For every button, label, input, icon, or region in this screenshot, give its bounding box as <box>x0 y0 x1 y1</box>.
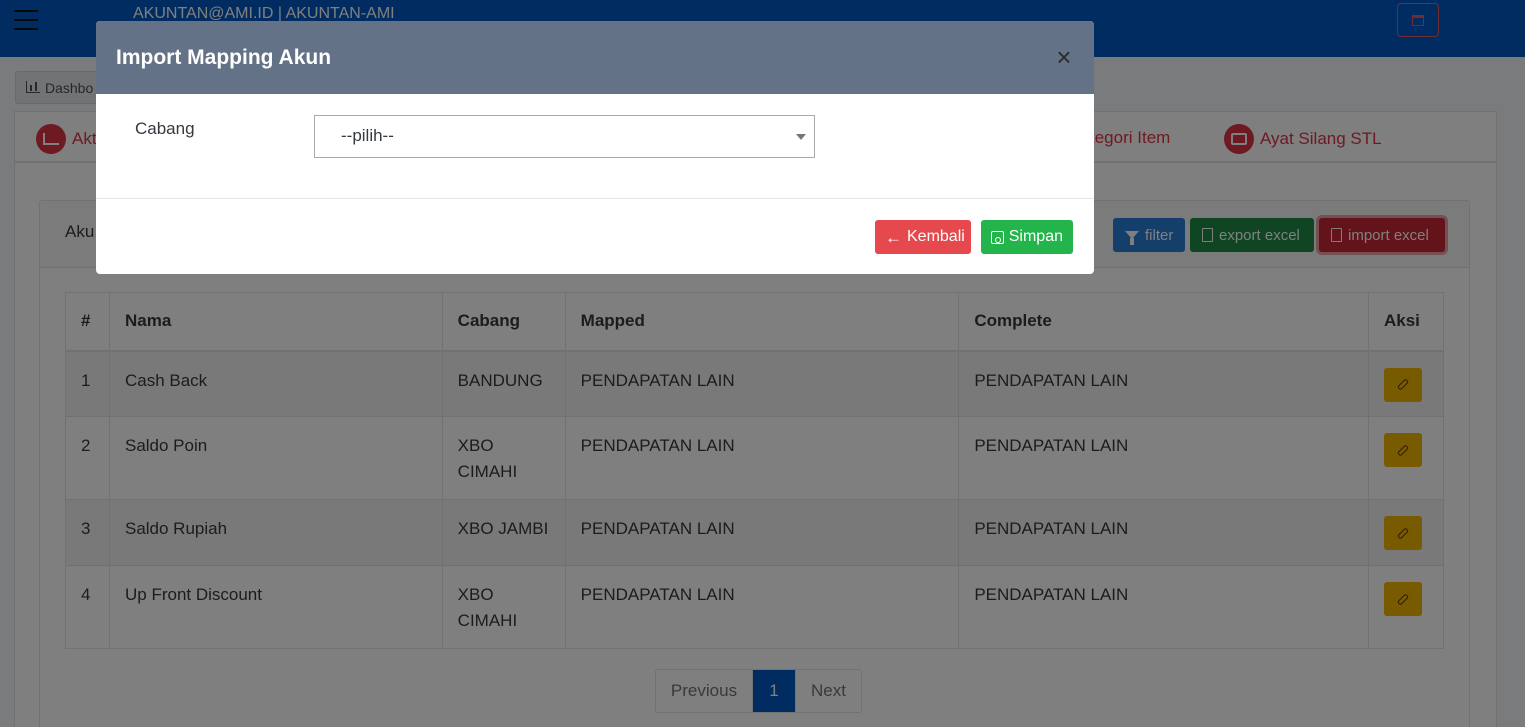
chevron-down-icon <box>796 134 806 140</box>
modal-divider <box>96 198 1094 199</box>
save-icon <box>991 230 1004 244</box>
modal-header: Import Mapping Akun × <box>96 21 1094 94</box>
cabang-label: Cabang <box>135 119 195 138</box>
simpan-label: Simpan <box>1008 228 1063 245</box>
import-mapping-modal: Import Mapping Akun × Cabang --pilih-- ←… <box>96 21 1094 274</box>
simpan-button[interactable]: Simpan <box>981 220 1073 254</box>
close-icon[interactable]: × <box>1054 43 1074 71</box>
kembali-label: Kembali <box>907 228 965 245</box>
modal-title: Import Mapping Akun <box>116 46 332 69</box>
arrow-left-icon: ← <box>885 227 902 247</box>
kembali-button[interactable]: ← Kembali <box>875 220 971 254</box>
select-value: --pilih-- <box>341 126 394 145</box>
cabang-select[interactable]: --pilih-- <box>314 115 815 158</box>
